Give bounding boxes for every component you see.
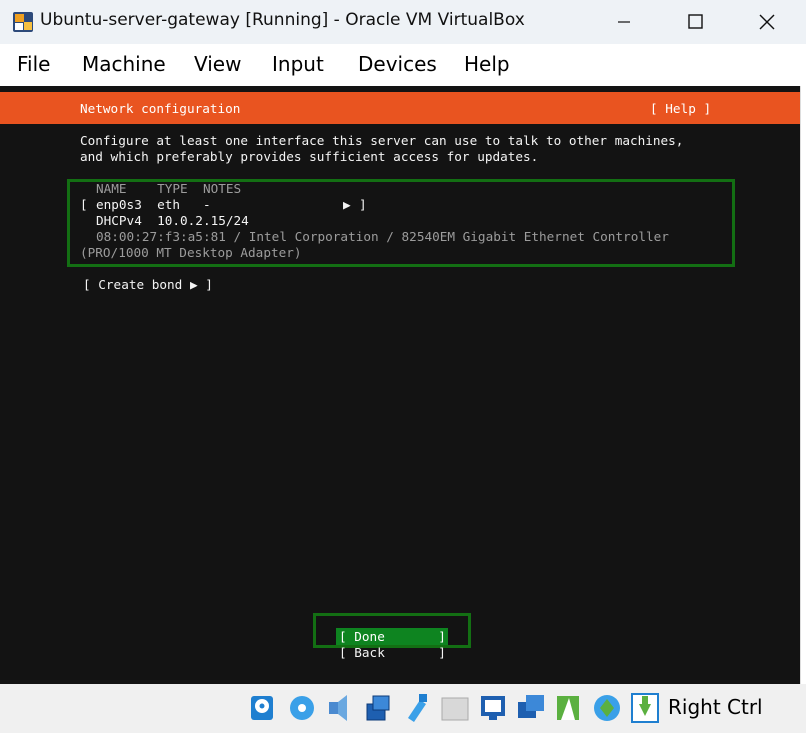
- menu-input[interactable]: Input: [272, 52, 324, 76]
- minimize-button[interactable]: [600, 0, 646, 44]
- mouse-integration-icon[interactable]: [592, 690, 622, 724]
- row-arrow-icon: ▶: [343, 197, 351, 212]
- shared-folders-icon[interactable]: [440, 690, 470, 724]
- menu-help[interactable]: Help: [464, 52, 510, 76]
- row-bracket-open: [: [80, 197, 88, 212]
- create-bond-button[interactable]: [ Create bond ▶ ]: [83, 277, 213, 292]
- back-button[interactable]: [ Back ]: [339, 645, 446, 660]
- menu-devices[interactable]: Devices: [358, 52, 437, 76]
- installer-header: Network configuration [ Help ]: [0, 92, 800, 124]
- menu-file[interactable]: File: [17, 52, 50, 76]
- network-icon[interactable]: [363, 690, 393, 724]
- recording-icon[interactable]: [553, 690, 583, 724]
- capture-icon[interactable]: [516, 690, 546, 724]
- intro-text-line2: and which preferably provides sufficient…: [80, 149, 539, 164]
- hardware-info-line2: (PRO/1000 MT Desktop Adapter): [80, 245, 302, 260]
- page-title: Network configuration: [80, 101, 241, 116]
- menu-view[interactable]: View: [194, 52, 241, 76]
- row-bracket-close: ]: [359, 197, 367, 212]
- hard-disk-icon[interactable]: [248, 690, 278, 724]
- hardware-info-line1: 08:00:27:f3:a5:81 / Intel Corporation / …: [96, 229, 669, 244]
- host-key-icon[interactable]: [630, 690, 660, 724]
- close-button[interactable]: [744, 0, 790, 44]
- host-key-label[interactable]: Right Ctrl: [668, 695, 763, 719]
- optical-drive-icon[interactable]: [287, 690, 317, 724]
- help-button[interactable]: [ Help ]: [650, 101, 711, 116]
- usb-icon[interactable]: [402, 690, 432, 724]
- status-bar: Right Ctrl: [0, 684, 806, 733]
- window-title: Ubuntu-server-gateway [Running] - Oracle…: [40, 10, 525, 30]
- title-bar: Ubuntu-server-gateway [Running] - Oracle…: [0, 0, 806, 44]
- menu-bar: File Machine View Input Devices Help: [0, 44, 806, 86]
- vm-screen[interactable]: Network configuration [ Help ] Configure…: [0, 92, 800, 684]
- host-window-background: [800, 86, 806, 686]
- menu-machine[interactable]: Machine: [82, 52, 166, 76]
- audio-icon[interactable]: [325, 690, 355, 724]
- dhcp-address: DHCPv4 10.0.2.15/24: [96, 213, 249, 228]
- virtualbox-app-icon[interactable]: [12, 11, 34, 33]
- maximize-button[interactable]: [672, 0, 718, 44]
- interface-row-label: enp0s3 eth -: [96, 197, 211, 212]
- table-header: NAME TYPE NOTES: [96, 181, 242, 196]
- display-icon[interactable]: [478, 690, 508, 724]
- intro-text-line1: Configure at least one interface this se…: [80, 133, 684, 148]
- done-button[interactable]: [ Done ]: [339, 629, 446, 644]
